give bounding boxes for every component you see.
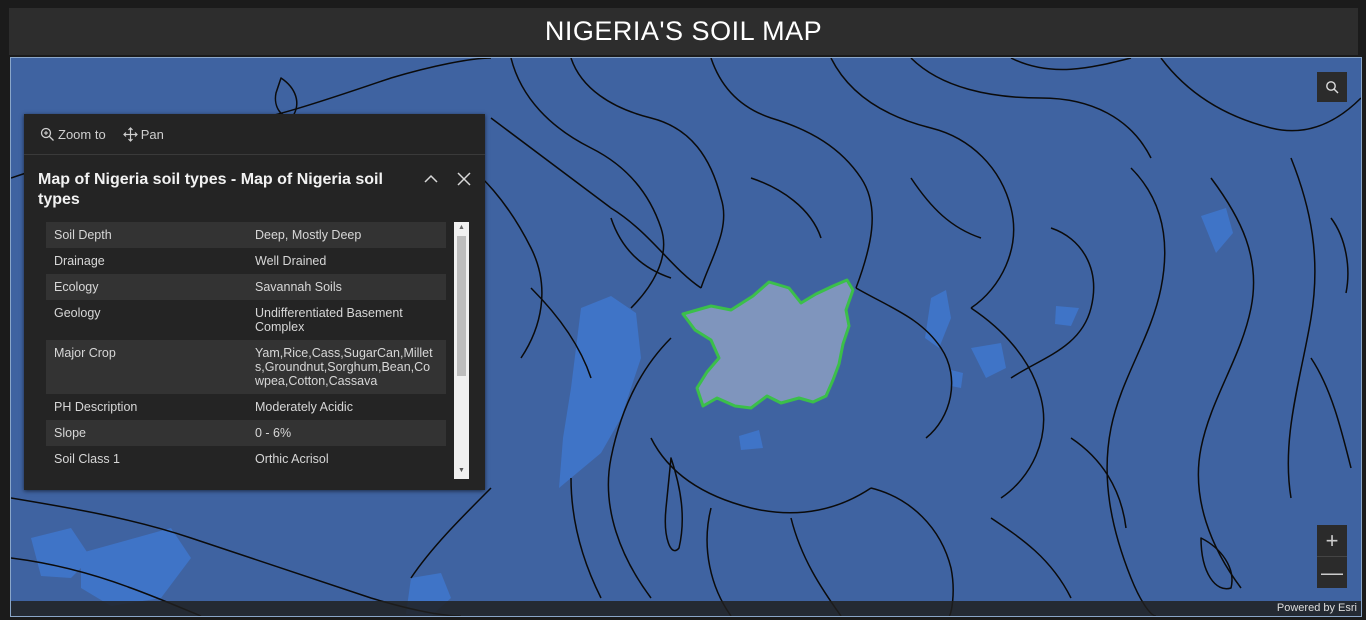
chevron-up-icon (424, 174, 438, 183)
table-row: Drainage Well Drained (46, 248, 446, 274)
zoom-to-button[interactable]: Zoom to (40, 127, 106, 142)
attribute-value: Undifferentiated Basement Complex (255, 306, 403, 334)
selected-soil-polygon[interactable] (681, 278, 855, 410)
popup-actions: Zoom to Pan (24, 114, 485, 155)
search-icon (1326, 81, 1339, 94)
zoom-in-button[interactable]: + (1317, 525, 1347, 556)
attribute-value: Well Drained (255, 254, 327, 268)
collapse-button[interactable] (420, 168, 442, 190)
pan-icon (122, 126, 138, 142)
table-row: Geology Undifferentiated Basement Complex (46, 300, 446, 340)
attribute-key: Slope (54, 426, 86, 440)
attribute-table: Soil Depth Deep, Mostly Deep Drainage Well… (46, 222, 446, 472)
pan-label: Pan (140, 126, 164, 142)
table-row: Slope 0 - 6% (46, 420, 446, 446)
attribute-value: Orthic Acrisol (255, 452, 329, 466)
zoom-out-button[interactable]: — (1317, 556, 1347, 588)
attribute-key: Geology (54, 306, 101, 320)
popup-title: Map of Nigeria soil types - Map of Niger… (38, 171, 383, 208)
scroll-down-icon[interactable]: ▼ (454, 467, 469, 475)
attribute-key: Drainage (54, 254, 105, 268)
attribute-key: Major Crop (54, 346, 116, 360)
table-row: PH Description Moderately Acidic (46, 394, 446, 420)
feature-popup: Zoom to Pan Map of Nigeria soil types - … (24, 114, 485, 490)
attribute-value: Yam,Rice,Cass,SugarCan,Millets,Groundnut… (255, 346, 433, 388)
attribute-key: PH Description (54, 400, 138, 414)
attribute-value: Moderately Acidic (255, 400, 353, 414)
table-row: Soil Depth Deep, Mostly Deep (46, 222, 446, 248)
page-title: NIGERIA'S SOIL MAP (9, 8, 1358, 55)
attribute-key: Ecology (54, 280, 99, 294)
zoom-to-icon (40, 127, 54, 141)
zoom-controls: + — (1317, 525, 1347, 588)
pan-button[interactable]: Pan (122, 126, 164, 142)
attribution-bar: Powered by Esri (11, 601, 1361, 616)
scrollbar-thumb[interactable] (457, 236, 466, 376)
attribute-value: 0 - 6% (255, 426, 292, 440)
zoom-to-label: Zoom to (58, 126, 106, 142)
scroll-up-icon[interactable]: ▲ (454, 224, 469, 232)
attribution-text[interactable]: Powered by Esri (1277, 602, 1361, 614)
table-row: Major Crop Yam,Rice,Cass,SugarCan,Millets… (46, 340, 446, 394)
map-view[interactable]: + — Powered by Esri Zoom to Pan Map of N… (10, 57, 1362, 617)
attribute-value: Deep, Mostly Deep (255, 228, 362, 242)
attribute-key: Soil Depth (54, 228, 112, 242)
search-button[interactable] (1317, 72, 1347, 102)
table-row: Soil Class 1 Orthic Acrisol (46, 446, 446, 472)
attribute-table-container[interactable]: Soil Depth Deep, Mostly Deep Drainage Well… (46, 222, 446, 479)
table-row: Ecology Savannah Soils (46, 274, 446, 300)
attribute-key: Soil Class 1 (54, 452, 120, 466)
close-icon (457, 172, 471, 186)
popup-scrollbar[interactable]: ▲ ▼ (454, 222, 469, 479)
close-button[interactable] (453, 168, 475, 190)
attribute-value: Savannah Soils (255, 280, 342, 294)
